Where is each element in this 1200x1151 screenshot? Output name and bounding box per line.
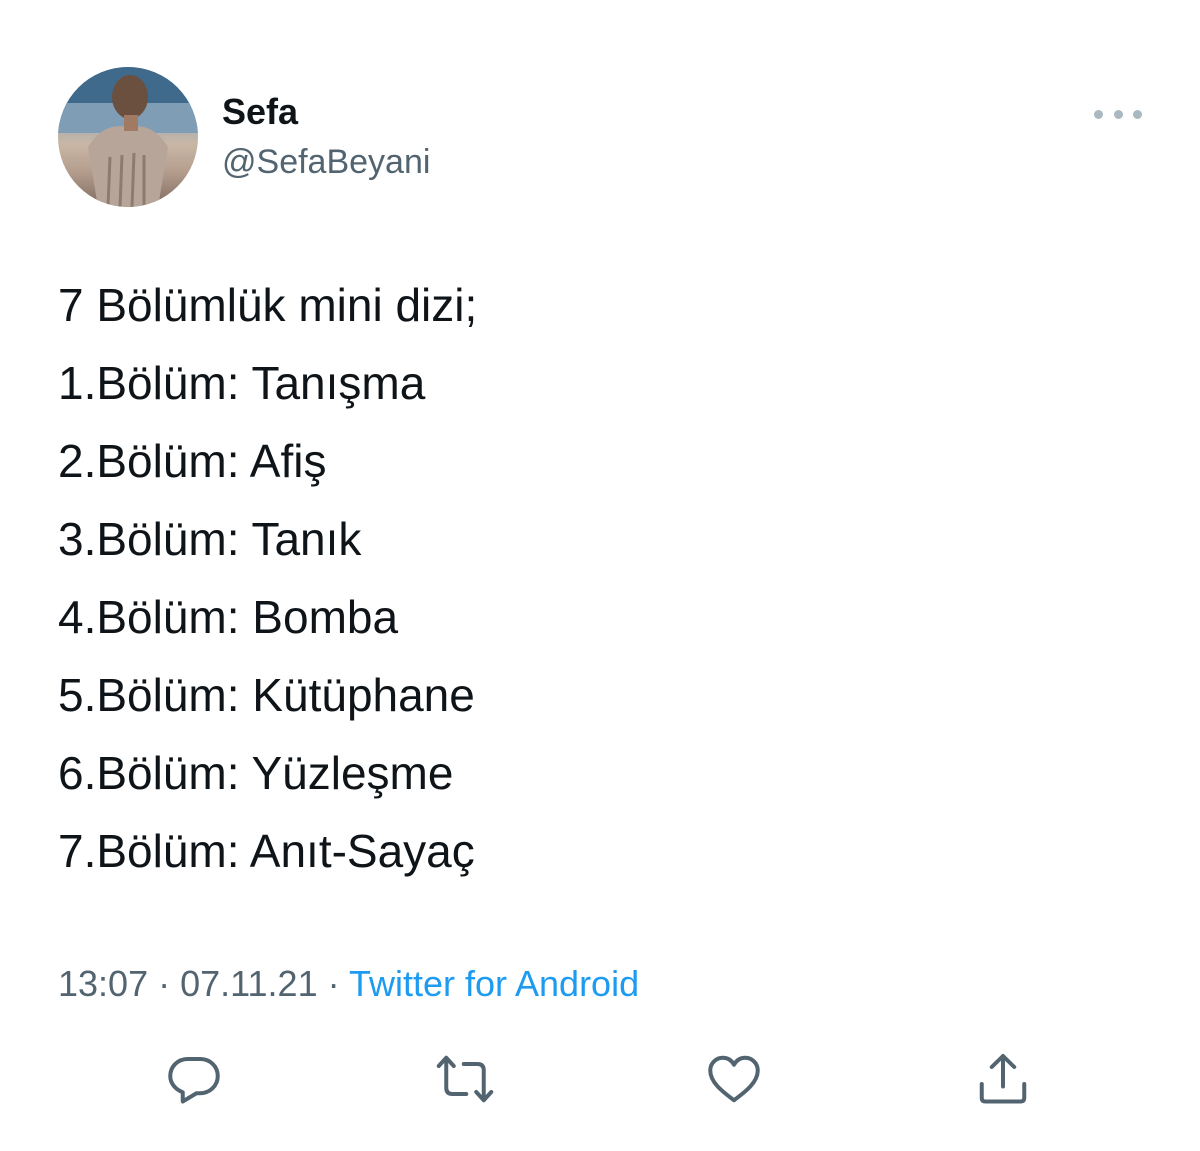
tweet-line: 6.Bölüm: Yüzleşme bbox=[58, 747, 454, 799]
retweet-button[interactable] bbox=[430, 1044, 500, 1114]
share-icon bbox=[979, 1054, 1027, 1104]
more-options-button[interactable] bbox=[1094, 100, 1142, 128]
meta-separator: · bbox=[158, 963, 171, 1004]
tweet-actions bbox=[0, 1044, 1200, 1114]
reply-icon bbox=[168, 1057, 220, 1104]
tweet-line: 5.Bölüm: Kütüphane bbox=[58, 669, 475, 721]
tweet-meta: 13:07 · 07.11.21 · Twitter for Android bbox=[58, 962, 639, 1006]
tweet-line: 2.Bölüm: Afiş bbox=[58, 435, 327, 487]
retweet-icon bbox=[436, 1055, 494, 1103]
meta-separator: · bbox=[327, 963, 340, 1004]
more-dot-icon bbox=[1113, 109, 1123, 119]
tweet-date[interactable]: 07.11.21 bbox=[180, 963, 317, 1004]
tweet-time[interactable]: 13:07 bbox=[58, 963, 148, 1004]
heart-icon bbox=[708, 1055, 760, 1103]
tweet-line: 1.Bölüm: Tanışma bbox=[58, 357, 426, 409]
reply-button[interactable] bbox=[159, 1044, 229, 1114]
tweet-line: 7 Bölümlük mini dizi; bbox=[58, 279, 478, 331]
tweet-line: 7.Bölüm: Anıt-Sayaç bbox=[58, 825, 475, 877]
more-dot-icon bbox=[1094, 109, 1103, 119]
display-name[interactable]: Sefa bbox=[222, 92, 298, 132]
avatar-image bbox=[58, 67, 198, 207]
user-handle[interactable]: @SefaBeyani bbox=[222, 142, 430, 182]
like-button[interactable] bbox=[699, 1044, 769, 1114]
tweet-source-link[interactable]: Twitter for Android bbox=[349, 963, 639, 1004]
avatar[interactable] bbox=[58, 67, 198, 207]
tweet-text: 7 Bölümlük mini dizi; 1.Bölüm: Tanışma 2… bbox=[58, 266, 477, 890]
tweet-line: 3.Bölüm: Tanık bbox=[58, 513, 362, 565]
tweet-line: 4.Bölüm: Bomba bbox=[58, 591, 399, 643]
more-dot-icon bbox=[1133, 109, 1142, 119]
share-button[interactable] bbox=[968, 1044, 1038, 1114]
